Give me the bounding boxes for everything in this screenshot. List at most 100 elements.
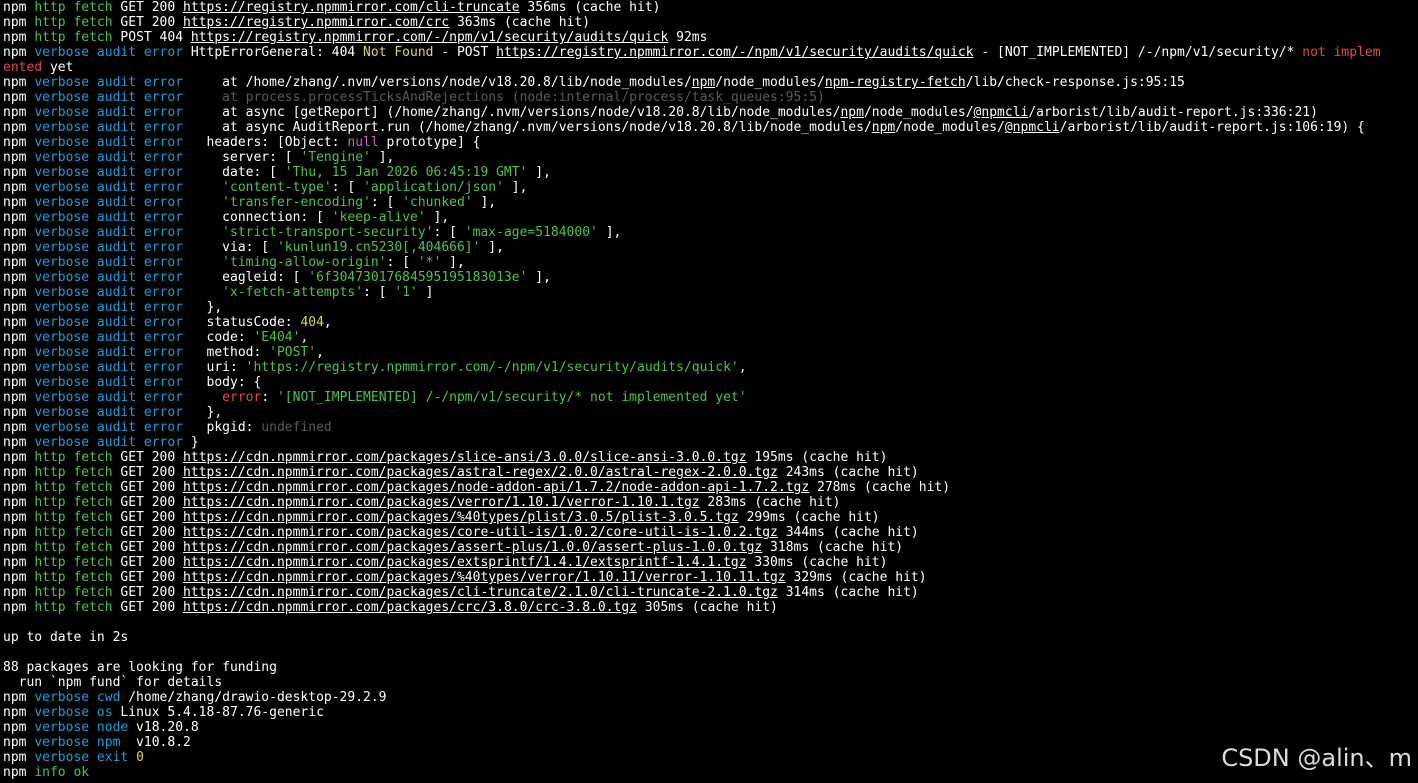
terminal-text: npm	[3, 345, 35, 360]
terminal-text: npm	[3, 405, 35, 420]
terminal-text: 'x-fetch-attempts'	[222, 285, 364, 300]
terminal-text: http fetch	[34, 15, 113, 30]
terminal-output[interactable]: npm http fetch GET 200 https://registry.…	[3, 0, 1415, 783]
terminal-text: npm	[3, 495, 35, 510]
url-link[interactable]: https://cdn.npmmirror.com/packages/extsp…	[183, 555, 747, 570]
terminal-text: error	[222, 390, 262, 405]
terminal-text: npm	[3, 705, 35, 720]
terminal-text: 'kunlun19.cn5230[,404666]'	[276, 240, 481, 255]
terminal-text: http fetch	[34, 480, 113, 495]
terminal-text: GET 200	[112, 570, 184, 585]
terminal-text: npm	[3, 720, 35, 735]
url-link[interactable]: npm	[840, 105, 863, 120]
url-link[interactable]: https://cdn.npmmirror.com/packages/%40ty…	[183, 510, 739, 525]
url-link[interactable]: npm-registry-fetch	[825, 75, 966, 90]
terminal-line: npm http fetch GET 200 https://registry.…	[3, 15, 1415, 30]
url-link[interactable]: https://cdn.npmmirror.com/packages/astra…	[183, 465, 778, 480]
terminal-text: verbose audit error	[34, 180, 184, 195]
terminal-line: npm verbose audit error code: 'E404',	[3, 330, 1415, 345]
terminal-line: npm http fetch GET 200 https://cdn.npmmi…	[3, 465, 1415, 480]
terminal-text: GET 200	[112, 525, 184, 540]
terminal-text: 'transfer-encoding'	[222, 195, 371, 210]
url-link[interactable]: https://cdn.npmmirror.com/packages/crc/3…	[183, 600, 637, 615]
terminal-text: verbose audit error	[34, 195, 184, 210]
terminal-text: http fetch	[34, 0, 113, 15]
terminal-text: npm	[3, 135, 35, 150]
terminal-text: ],	[503, 180, 528, 195]
url-link[interactable]: npm	[692, 75, 715, 90]
terminal-line: npm verbose audit error method: 'POST',	[3, 345, 1415, 360]
terminal-line: ented yet	[3, 60, 1415, 75]
terminal-text: npm	[3, 420, 35, 435]
url-link[interactable]: @npmcli	[974, 105, 1029, 120]
terminal-text: 243ms (cache hit)	[777, 465, 919, 480]
terminal-line: npm verbose exit 0	[3, 750, 1415, 765]
terminal-text: ],	[370, 150, 395, 165]
terminal-text: npm	[3, 600, 35, 615]
terminal-line: npm verbose cwd /home/zhang/drawio-deskt…	[3, 690, 1415, 705]
terminal-text: null	[347, 135, 379, 150]
terminal-text: npm	[3, 570, 35, 585]
terminal-text: npm	[3, 585, 35, 600]
terminal-line: npm verbose audit error 'content-type': …	[3, 180, 1415, 195]
url-link[interactable]: https://registry.npmmirror.com/crc	[183, 15, 449, 30]
terminal-text: verbose audit error	[34, 90, 184, 105]
terminal-text: npm	[3, 255, 35, 270]
terminal-text: '6f30473017684595195183013e'	[308, 270, 528, 285]
terminal-text: http fetch	[34, 30, 113, 45]
terminal-text: ,	[323, 315, 332, 330]
terminal-line: npm http fetch POST 404 https://registry…	[3, 30, 1415, 45]
terminal-text: : [	[433, 225, 465, 240]
url-link[interactable]: https://cdn.npmmirror.com/packages/node-…	[183, 480, 809, 495]
terminal-text: 'chunked'	[402, 195, 473, 210]
url-link[interactable]: https://registry.npmmirror.com/-/npm/v1/…	[496, 45, 973, 60]
terminal-line: up to date in 2s	[3, 630, 1415, 645]
terminal-text: GET 200	[112, 465, 184, 480]
terminal-line: npm verbose audit error headers: [Object…	[3, 135, 1415, 150]
terminal-text: 'max-age=5184000'	[464, 225, 598, 240]
url-link[interactable]: @npmcli	[1005, 120, 1060, 135]
url-link[interactable]: https://registry.npmmirror.com/cli-trunc…	[183, 0, 520, 15]
terminal-text: method:	[183, 345, 270, 360]
terminal-text: npm	[3, 480, 35, 495]
url-link[interactable]: https://cdn.npmmirror.com/packages/slice…	[183, 450, 747, 465]
terminal-text: ]	[417, 285, 434, 300]
terminal-text: verbose audit error	[34, 120, 184, 135]
terminal-line: npm verbose audit error eagleid: [ '6f30…	[3, 270, 1415, 285]
terminal-text: 0	[136, 750, 144, 765]
url-link[interactable]: https://cdn.npmmirror.com/packages/%40ty…	[183, 570, 786, 585]
terminal-text: /node_modules/	[715, 75, 825, 90]
terminal-text: 92ms	[668, 30, 708, 45]
terminal-text: verbose audit error	[34, 375, 184, 390]
terminal-text: verbose audit error	[34, 390, 184, 405]
url-link[interactable]: https://cdn.npmmirror.com/packages/core-…	[183, 525, 778, 540]
terminal-text: verbose audit error	[34, 270, 184, 285]
terminal-text: verbose audit error	[34, 405, 184, 420]
terminal-text: http fetch	[34, 495, 113, 510]
terminal-text: verbose audit error	[34, 210, 184, 225]
terminal-text: 329ms (cache hit)	[785, 570, 927, 585]
terminal-text: ],	[480, 240, 504, 255]
url-link[interactable]: https://cdn.npmmirror.com/packages/asser…	[183, 540, 762, 555]
terminal-line: npm verbose audit error error: '[NOT_IMP…	[3, 390, 1415, 405]
terminal-text: 278ms (cache hit)	[809, 480, 951, 495]
terminal-text: connection: [	[183, 210, 332, 225]
terminal-text: npm	[3, 105, 35, 120]
terminal-text: 'strict-transport-security'	[222, 225, 434, 240]
url-link[interactable]: https://cdn.npmmirror.com/packages/cli-t…	[183, 585, 778, 600]
terminal-text: verbose audit error	[34, 225, 184, 240]
terminal-text: verbose audit error	[34, 300, 184, 315]
terminal-text: 'E404'	[253, 330, 301, 345]
terminal-text: 'keep-alive'	[331, 210, 426, 225]
url-link[interactable]: https://cdn.npmmirror.com/packages/verro…	[183, 495, 700, 510]
url-link[interactable]: https://registry.npmmirror.com/-/npm/v1/…	[191, 30, 668, 45]
terminal-text: npm	[3, 315, 35, 330]
terminal-text: 'https://registry.npmmirror.com/-/npm/v1…	[245, 360, 739, 375]
terminal-text: eagleid: [	[183, 270, 309, 285]
url-link[interactable]: npm	[872, 120, 895, 135]
terminal-text: verbose exit	[34, 750, 129, 765]
terminal-text: http fetch	[34, 540, 113, 555]
